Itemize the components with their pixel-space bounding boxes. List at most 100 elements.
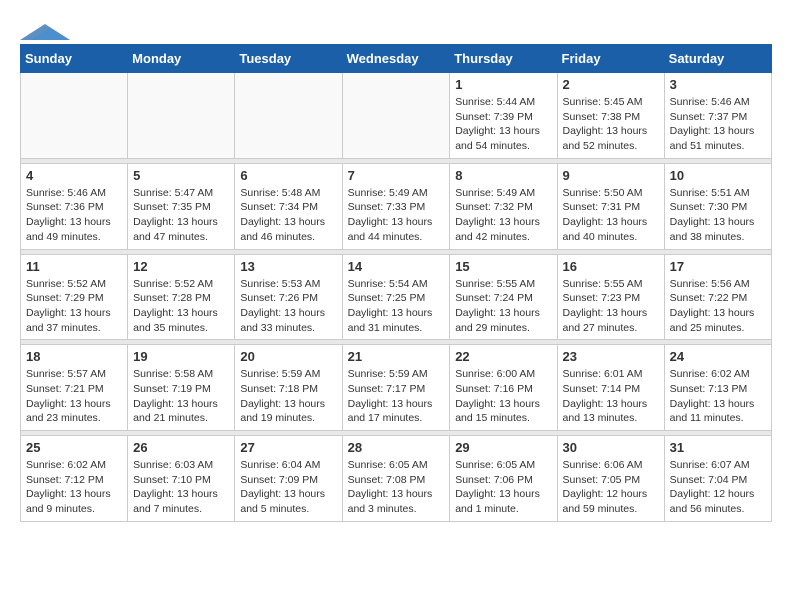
day-number: 5 (133, 168, 229, 183)
day-number: 7 (348, 168, 445, 183)
calendar-cell (342, 73, 450, 159)
calendar-cell: 24 Sunrise: 6:02 AMSunset: 7:13 PMDayligh… (664, 345, 771, 431)
page-header (20, 20, 772, 28)
logo (20, 20, 70, 28)
day-number: 28 (348, 440, 445, 455)
calendar-cell (235, 73, 342, 159)
day-info: Sunrise: 5:49 AMSunset: 7:32 PMDaylight:… (455, 186, 551, 245)
weekday-header-saturday: Saturday (664, 45, 771, 73)
day-info: Sunrise: 6:03 AMSunset: 7:10 PMDaylight:… (133, 458, 229, 517)
calendar-cell: 3 Sunrise: 5:46 AMSunset: 7:37 PMDaylight… (664, 73, 771, 159)
day-number: 27 (240, 440, 336, 455)
day-number: 4 (26, 168, 122, 183)
day-info: Sunrise: 5:48 AMSunset: 7:34 PMDaylight:… (240, 186, 336, 245)
day-info: Sunrise: 5:59 AMSunset: 7:18 PMDaylight:… (240, 367, 336, 426)
day-info: Sunrise: 5:54 AMSunset: 7:25 PMDaylight:… (348, 277, 445, 336)
day-info: Sunrise: 6:06 AMSunset: 7:05 PMDaylight:… (563, 458, 659, 517)
day-number: 8 (455, 168, 551, 183)
day-number: 20 (240, 349, 336, 364)
calendar-cell: 21 Sunrise: 5:59 AMSunset: 7:17 PMDayligh… (342, 345, 450, 431)
day-info: Sunrise: 5:57 AMSunset: 7:21 PMDaylight:… (26, 367, 122, 426)
calendar-cell (128, 73, 235, 159)
day-info: Sunrise: 5:55 AMSunset: 7:24 PMDaylight:… (455, 277, 551, 336)
day-info: Sunrise: 6:00 AMSunset: 7:16 PMDaylight:… (455, 367, 551, 426)
day-number: 12 (133, 259, 229, 274)
day-info: Sunrise: 5:53 AMSunset: 7:26 PMDaylight:… (240, 277, 336, 336)
calendar-cell: 5 Sunrise: 5:47 AMSunset: 7:35 PMDaylight… (128, 163, 235, 249)
calendar-cell: 23 Sunrise: 6:01 AMSunset: 7:14 PMDayligh… (557, 345, 664, 431)
day-info: Sunrise: 5:58 AMSunset: 7:19 PMDaylight:… (133, 367, 229, 426)
calendar-week-row: 1 Sunrise: 5:44 AMSunset: 7:39 PMDaylight… (21, 73, 772, 159)
day-info: Sunrise: 5:49 AMSunset: 7:33 PMDaylight:… (348, 186, 445, 245)
weekday-header-wednesday: Wednesday (342, 45, 450, 73)
calendar-cell: 18 Sunrise: 5:57 AMSunset: 7:21 PMDayligh… (21, 345, 128, 431)
calendar-cell: 10 Sunrise: 5:51 AMSunset: 7:30 PMDayligh… (664, 163, 771, 249)
logo-icon (20, 22, 70, 42)
calendar-cell: 25 Sunrise: 6:02 AMSunset: 7:12 PMDayligh… (21, 436, 128, 522)
day-info: Sunrise: 6:02 AMSunset: 7:13 PMDaylight:… (670, 367, 766, 426)
day-info: Sunrise: 6:01 AMSunset: 7:14 PMDaylight:… (563, 367, 659, 426)
day-info: Sunrise: 5:46 AMSunset: 7:37 PMDaylight:… (670, 95, 766, 154)
day-number: 11 (26, 259, 122, 274)
day-number: 18 (26, 349, 122, 364)
calendar-week-row: 18 Sunrise: 5:57 AMSunset: 7:21 PMDayligh… (21, 345, 772, 431)
day-info: Sunrise: 6:04 AMSunset: 7:09 PMDaylight:… (240, 458, 336, 517)
day-number: 16 (563, 259, 659, 274)
weekday-header-row: SundayMondayTuesdayWednesdayThursdayFrid… (21, 45, 772, 73)
calendar-cell: 19 Sunrise: 5:58 AMSunset: 7:19 PMDayligh… (128, 345, 235, 431)
calendar-week-row: 11 Sunrise: 5:52 AMSunset: 7:29 PMDayligh… (21, 254, 772, 340)
calendar-cell: 29 Sunrise: 6:05 AMSunset: 7:06 PMDayligh… (450, 436, 557, 522)
day-number: 3 (670, 77, 766, 92)
day-number: 26 (133, 440, 229, 455)
calendar-cell: 20 Sunrise: 5:59 AMSunset: 7:18 PMDayligh… (235, 345, 342, 431)
calendar-cell: 27 Sunrise: 6:04 AMSunset: 7:09 PMDayligh… (235, 436, 342, 522)
calendar-cell: 11 Sunrise: 5:52 AMSunset: 7:29 PMDayligh… (21, 254, 128, 340)
calendar-cell (21, 73, 128, 159)
day-info: Sunrise: 5:44 AMSunset: 7:39 PMDaylight:… (455, 95, 551, 154)
calendar-cell: 17 Sunrise: 5:56 AMSunset: 7:22 PMDayligh… (664, 254, 771, 340)
calendar-cell: 1 Sunrise: 5:44 AMSunset: 7:39 PMDaylight… (450, 73, 557, 159)
day-info: Sunrise: 5:59 AMSunset: 7:17 PMDaylight:… (348, 367, 445, 426)
weekday-header-thursday: Thursday (450, 45, 557, 73)
weekday-header-sunday: Sunday (21, 45, 128, 73)
weekday-header-monday: Monday (128, 45, 235, 73)
day-number: 25 (26, 440, 122, 455)
calendar-cell: 2 Sunrise: 5:45 AMSunset: 7:38 PMDaylight… (557, 73, 664, 159)
calendar-cell: 14 Sunrise: 5:54 AMSunset: 7:25 PMDayligh… (342, 254, 450, 340)
day-info: Sunrise: 6:02 AMSunset: 7:12 PMDaylight:… (26, 458, 122, 517)
day-number: 2 (563, 77, 659, 92)
day-info: Sunrise: 6:05 AMSunset: 7:06 PMDaylight:… (455, 458, 551, 517)
day-number: 21 (348, 349, 445, 364)
day-info: Sunrise: 5:50 AMSunset: 7:31 PMDaylight:… (563, 186, 659, 245)
day-info: Sunrise: 5:47 AMSunset: 7:35 PMDaylight:… (133, 186, 229, 245)
day-number: 10 (670, 168, 766, 183)
calendar-cell: 31Sunrise: 6:07 AMSunset: 7:04 PMDayligh… (664, 436, 771, 522)
day-number: 23 (563, 349, 659, 364)
calendar-cell: 4 Sunrise: 5:46 AMSunset: 7:36 PMDaylight… (21, 163, 128, 249)
day-number: 17 (670, 259, 766, 274)
calendar-table: SundayMondayTuesdayWednesdayThursdayFrid… (20, 44, 772, 522)
day-info: Sunrise: 5:56 AMSunset: 7:22 PMDaylight:… (670, 277, 766, 336)
calendar-cell: 7 Sunrise: 5:49 AMSunset: 7:33 PMDaylight… (342, 163, 450, 249)
day-number: 22 (455, 349, 551, 364)
day-number: 13 (240, 259, 336, 274)
day-number: 9 (563, 168, 659, 183)
calendar-cell: 15Sunrise: 5:55 AMSunset: 7:24 PMDayligh… (450, 254, 557, 340)
day-number: 14 (348, 259, 445, 274)
day-number: 24 (670, 349, 766, 364)
day-info: Sunrise: 5:51 AMSunset: 7:30 PMDaylight:… (670, 186, 766, 245)
calendar-cell: 13 Sunrise: 5:53 AMSunset: 7:26 PMDayligh… (235, 254, 342, 340)
day-info: Sunrise: 5:45 AMSunset: 7:38 PMDaylight:… (563, 95, 659, 154)
day-number: 29 (455, 440, 551, 455)
calendar-cell: 8 Sunrise: 5:49 AMSunset: 7:32 PMDaylight… (450, 163, 557, 249)
day-info: Sunrise: 6:05 AMSunset: 7:08 PMDaylight:… (348, 458, 445, 517)
calendar-cell: 30Sunrise: 6:06 AMSunset: 7:05 PMDayligh… (557, 436, 664, 522)
calendar-cell: 12Sunrise: 5:52 AMSunset: 7:28 PMDayligh… (128, 254, 235, 340)
day-number: 1 (455, 77, 551, 92)
day-info: Sunrise: 5:52 AMSunset: 7:29 PMDaylight:… (26, 277, 122, 336)
calendar-week-row: 25 Sunrise: 6:02 AMSunset: 7:12 PMDayligh… (21, 436, 772, 522)
day-info: Sunrise: 5:46 AMSunset: 7:36 PMDaylight:… (26, 186, 122, 245)
weekday-header-tuesday: Tuesday (235, 45, 342, 73)
calendar-cell: 16Sunrise: 5:55 AMSunset: 7:23 PMDayligh… (557, 254, 664, 340)
day-number: 19 (133, 349, 229, 364)
